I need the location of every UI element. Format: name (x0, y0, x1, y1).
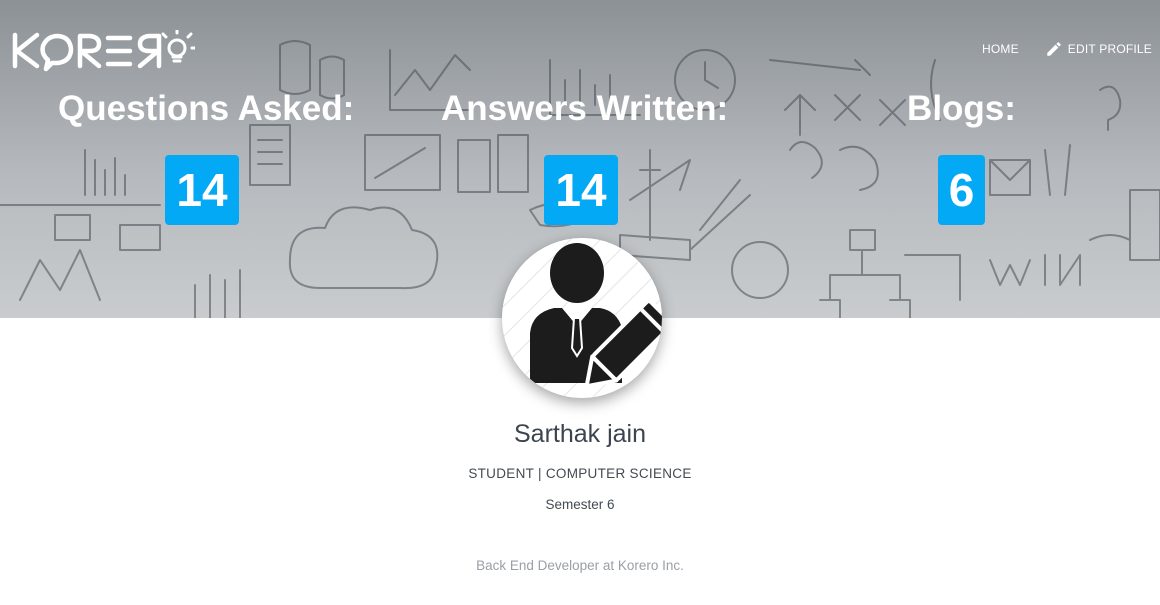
profile-role: STUDENT | COMPUTER SCIENCE (468, 466, 692, 481)
stat-questions-title: Questions Asked: (58, 89, 355, 128)
profile-name: Sarthak jain (513, 420, 647, 448)
korero-logo[interactable] (10, 28, 197, 72)
profile-job: Back End Developer at Korero Inc. (476, 558, 684, 573)
top-nav: HOME EDIT PROFILE (982, 40, 1152, 58)
avatar[interactable] (502, 238, 662, 398)
stat-answers-written: Answers Written: 14 (441, 88, 729, 225)
stat-answers-value: 14 (544, 155, 618, 225)
edit-profile-label: EDIT PROFILE (1067, 42, 1152, 56)
stat-answers-title: Answers Written: (441, 89, 729, 128)
stat-blogs-value: 6 (937, 155, 986, 225)
lightbulb-icon (161, 28, 197, 63)
stat-questions-asked: Questions Asked: 14 (58, 88, 355, 225)
profile-semester: Semester 6 (545, 497, 615, 512)
pencil-icon (1047, 42, 1061, 56)
person-with-pencil-icon (502, 238, 662, 398)
stat-blogs: Blogs: 6 (906, 88, 1017, 225)
korero-logo-mark (12, 28, 197, 72)
nav-home-label: HOME (981, 42, 1019, 56)
stat-questions-value: 14 (165, 155, 239, 225)
nav-home-link[interactable]: HOME (982, 42, 1019, 56)
edit-profile-link[interactable]: EDIT PROFILE (1045, 40, 1152, 58)
stat-blogs-title: Blogs: (907, 89, 1016, 128)
